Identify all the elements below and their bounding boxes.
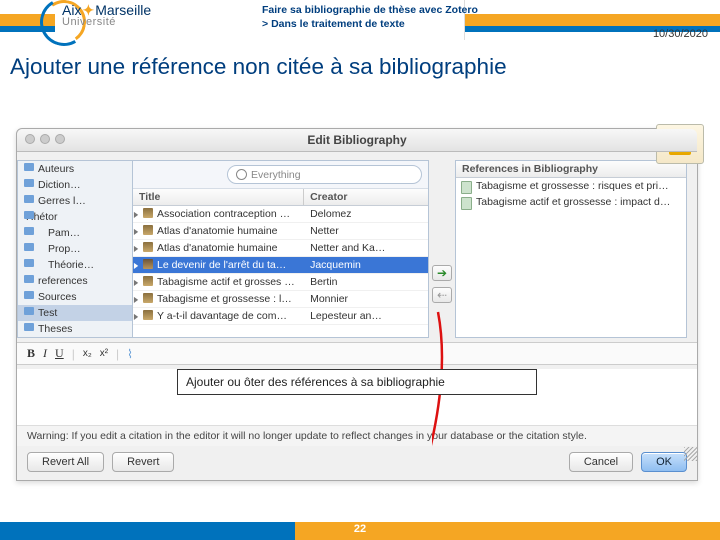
separator: | [116, 347, 119, 361]
subscript-button[interactable]: x₂ [83, 348, 92, 359]
refs-header: References in Bibliography [456, 161, 686, 178]
items-pane: Everything Title Creator ▶Association co… [133, 160, 429, 338]
cancel-button[interactable]: Cancel [569, 452, 633, 472]
dialog-button-row: Revert All Revert Cancel OK [17, 446, 697, 480]
table-row[interactable]: ▶Association contraception …Delomez [133, 206, 428, 223]
breadcrumb: Faire sa bibliographie de thèse avec Zot… [262, 4, 478, 31]
content-area: Edit Bibliography Auteurs Diction… Gerre… [0, 128, 720, 481]
add-reference-button[interactable]: ➔ [432, 265, 452, 281]
folder-item[interactable]: Gerres l… [18, 193, 132, 209]
bibliography-refs-pane: References in Bibliography Tabagisme et … [455, 160, 687, 338]
folder-item[interactable]: Prop… [18, 241, 132, 257]
column-title[interactable]: Title [133, 189, 304, 205]
remove-reference-button[interactable]: ⇠ [432, 287, 452, 303]
bib-ref-item[interactable]: Tabagisme et grossesse : risques et pri… [456, 178, 686, 194]
dialog-titlebar: Edit Bibliography [17, 129, 697, 152]
university-logo: Aix✦Marseille Université [62, 2, 151, 28]
folder-item-selected[interactable]: Test [18, 305, 132, 321]
ok-button[interactable]: OK [641, 452, 687, 472]
annotation-callout: Ajouter ou ôter des références à sa bibl… [177, 369, 537, 395]
separator: | [72, 347, 75, 361]
slide-title: Ajouter une référence non citée à sa bib… [0, 40, 720, 88]
bib-ref-item[interactable]: Tabagisme actif et grossesse : impact d… [456, 194, 686, 210]
edit-bibliography-dialog: Edit Bibliography Auteurs Diction… Gerre… [16, 128, 698, 481]
slide-footer: 22 [0, 522, 720, 540]
table-row[interactable]: ▶Y a-t-il davantage de com…Lepesteur an… [133, 308, 428, 325]
dialog-title: Edit Bibliography [307, 133, 406, 147]
items-header: Title Creator [133, 189, 428, 206]
warning-text: Warning: If you edit a citation in the e… [17, 425, 697, 446]
search-row: Everything [133, 161, 428, 189]
table-row[interactable]: ▶Atlas d'anatomie humaineNetter and Ka… [133, 240, 428, 257]
search-input[interactable]: Everything [227, 165, 422, 184]
folder-item-expandable[interactable]: ▼Rhétor [18, 209, 132, 225]
folder-item[interactable]: Diction… [18, 177, 132, 193]
annotation-text: Ajouter ou ôter des références à sa bibl… [186, 375, 445, 389]
dialog-body: Auteurs Diction… Gerres l… ▼Rhétor Pam… … [17, 152, 697, 342]
slide-header: Aix✦Marseille Université Faire sa biblio… [0, 0, 720, 40]
window-controls[interactable] [25, 134, 65, 144]
folder-item[interactable]: references [18, 273, 132, 289]
folder-item[interactable]: Théorie… [18, 257, 132, 273]
italic-button[interactable]: I [43, 346, 47, 361]
breadcrumb-line2: Dans le traitement de texte [262, 18, 478, 32]
folder-item[interactable]: Auteurs [18, 161, 132, 177]
folder-item[interactable]: Pam… [18, 225, 132, 241]
table-row[interactable]: ▶Atlas d'anatomie humaineNetter [133, 223, 428, 240]
editor-area[interactable]: Ajouter ou ôter des références à sa bibl… [17, 369, 697, 425]
format-toolbar: B I U | x₂ x² | ⌇ [17, 342, 697, 365]
resize-grip-icon[interactable] [684, 447, 698, 461]
table-row[interactable]: ▶Tabagisme actif et grosses …Bertin [133, 274, 428, 291]
library-tree[interactable]: Auteurs Diction… Gerres l… ▼Rhétor Pam… … [17, 160, 133, 338]
revert-button[interactable]: Revert [112, 452, 174, 472]
bold-button[interactable]: B [27, 346, 35, 361]
table-row-selected[interactable]: ▶Le devenir de l'arrêt du ta…Jacquemin [133, 257, 428, 274]
link-icon[interactable]: ⌇ [127, 347, 133, 361]
column-creator[interactable]: Creator [304, 189, 428, 205]
table-row[interactable]: ▶Tabagisme et grossesse : l…Monnier [133, 291, 428, 308]
page-number: 22 [354, 523, 366, 535]
superscript-button[interactable]: x² [100, 348, 108, 359]
search-placeholder: Everything [251, 169, 301, 181]
transfer-controls: ➔ ⇠ [429, 160, 455, 338]
slide-date: 10/30/2020 [653, 28, 708, 40]
folder-item[interactable]: Sources [18, 289, 132, 305]
underline-button[interactable]: U [55, 346, 64, 361]
breadcrumb-line1: Faire sa bibliographie de thèse avec Zot… [262, 4, 478, 18]
footer-blue [0, 522, 295, 540]
folder-item[interactable]: Theses [18, 321, 132, 337]
revert-all-button[interactable]: Revert All [27, 452, 104, 472]
